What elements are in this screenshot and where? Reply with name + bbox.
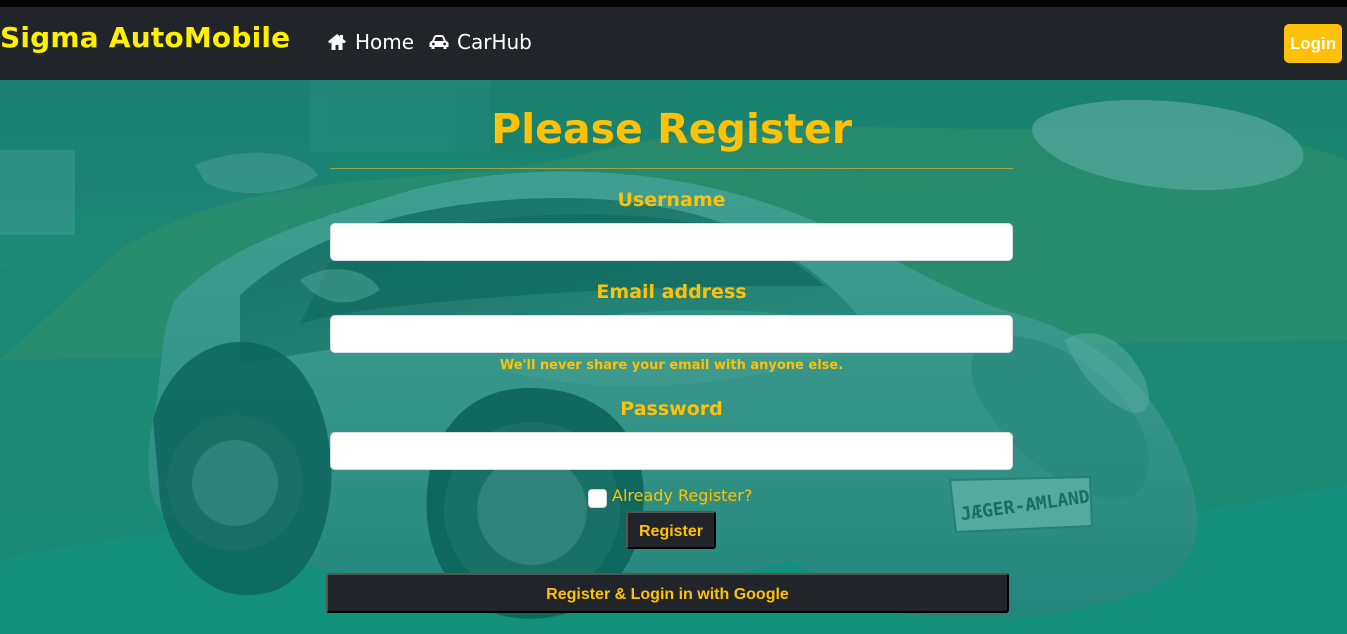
password-label: Password xyxy=(620,398,723,420)
registration-page: Sigma AutoMobile Home CarHub Login JÆGER… xyxy=(0,0,1347,634)
window-top-strip xyxy=(0,0,1347,7)
nav-carhub-label: CarHub xyxy=(457,30,532,54)
email-label: Email address xyxy=(596,281,747,303)
register-button[interactable]: Register xyxy=(626,511,716,549)
home-icon xyxy=(328,34,346,50)
email-input[interactable] xyxy=(330,315,1013,353)
title-divider xyxy=(330,168,1013,169)
google-register-login-button[interactable]: Register & Login in with Google xyxy=(326,573,1009,613)
page-title: Please Register xyxy=(491,105,852,153)
brand-logo-text[interactable]: Sigma AutoMobile xyxy=(0,24,290,52)
username-input[interactable] xyxy=(330,223,1013,261)
registration-hero: JÆGER-AMLAND Please Register Username Em… xyxy=(0,80,1347,634)
already-register-checkbox[interactable] xyxy=(588,489,607,508)
password-input[interactable] xyxy=(330,432,1013,470)
already-register-option[interactable]: Already Register? xyxy=(588,487,752,508)
login-button[interactable]: Login xyxy=(1284,24,1342,63)
top-navbar: Sigma AutoMobile Home CarHub Login xyxy=(0,7,1347,80)
nav-carhub-link[interactable]: CarHub xyxy=(428,32,532,52)
email-help-text: We'll never share your email with anyone… xyxy=(499,358,844,373)
nav-home-label: Home xyxy=(355,30,415,54)
nav-home-link[interactable]: Home xyxy=(326,32,414,52)
already-register-label[interactable]: Already Register? xyxy=(612,487,752,504)
car-icon xyxy=(429,35,449,49)
username-label: Username xyxy=(617,189,726,211)
